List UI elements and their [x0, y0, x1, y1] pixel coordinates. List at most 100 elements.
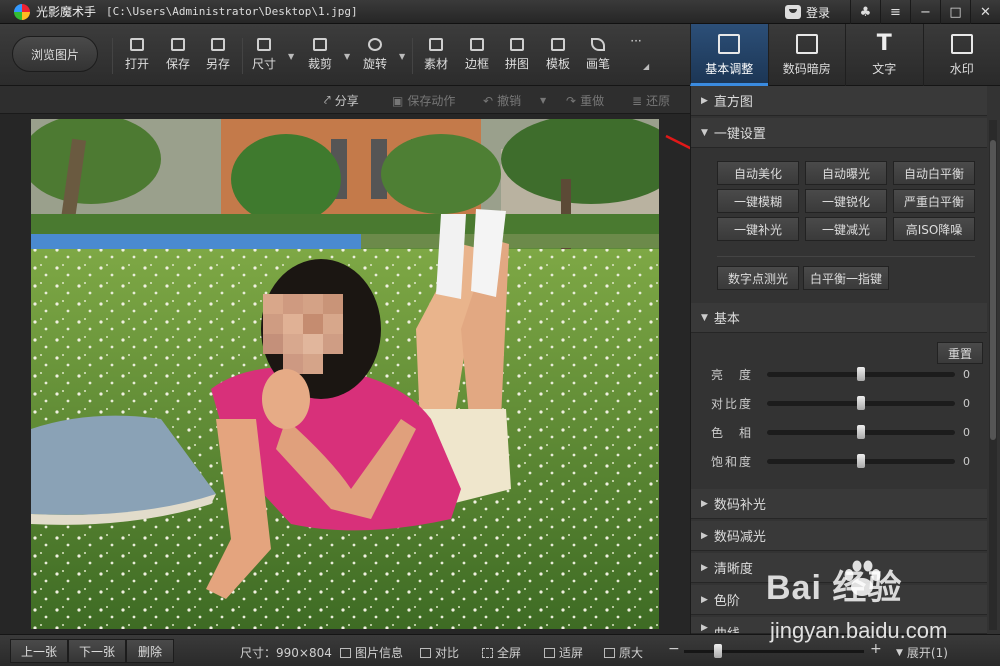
compare-button[interactable]: 对比	[420, 644, 459, 661]
toolbar-divider	[242, 38, 243, 74]
brush-icon	[591, 38, 605, 51]
file-path: [C:\Users\Administrator\Desktop\1.jpg]	[106, 5, 358, 18]
open-icon	[130, 38, 144, 51]
crop-icon	[313, 38, 327, 51]
collage-button[interactable]: 拼图	[499, 38, 535, 72]
restore-button[interactable]: ≣ 还原	[632, 92, 670, 109]
section-digital-fill-light[interactable]: ▶ 数码补光	[691, 489, 987, 519]
crop-dropdown-icon[interactable]: ▼	[344, 52, 352, 61]
baidu-watermark: Bai 经验 jingyan.baidu.com	[766, 560, 994, 650]
undo-button[interactable]: ↶ 撤销	[483, 92, 521, 109]
user-icon	[784, 5, 801, 19]
adjust-panel: ▶ 直方图 ▼ 一键设置 自动美化 自动曝光 自动白平衡 一键模糊 一键锐化 严重白…	[690, 86, 1000, 634]
prev-image-button[interactable]: 上一张	[10, 639, 68, 663]
one-click-sharpen-button[interactable]: 一键锐化	[805, 189, 887, 213]
image-canvas[interactable]	[0, 114, 690, 634]
more-icon: ···	[630, 34, 642, 48]
next-image-button[interactable]: 下一张	[68, 639, 126, 663]
section-digital-reduce-light[interactable]: ▶ 数码减光	[691, 521, 987, 551]
minimize-icon[interactable]: −	[910, 0, 940, 24]
expand-arrow-icon: ▶	[701, 95, 708, 106]
browse-images-button[interactable]: 浏览图片	[12, 36, 98, 72]
tab-text[interactable]: T 文字	[845, 24, 923, 86]
tab-basic-adjust[interactable]: 基本调整	[690, 24, 768, 86]
crop-button[interactable]: 裁剪	[302, 38, 338, 72]
zoom-slider-thumb[interactable]	[714, 644, 722, 658]
delete-button[interactable]: 删除	[126, 639, 174, 663]
save-button[interactable]: 保存	[160, 38, 196, 72]
skin-icon[interactable]: ♣	[850, 0, 880, 24]
one-click-reduce-light-button[interactable]: 一键减光	[805, 217, 887, 241]
original-size-icon	[604, 647, 615, 658]
scrollbar-thumb[interactable]	[990, 140, 996, 440]
brush-button[interactable]: 画笔	[580, 38, 616, 72]
auto-exposure-button[interactable]: 自动曝光	[805, 161, 887, 185]
auto-beautify-button[interactable]: 自动美化	[717, 161, 799, 185]
zoom-slider[interactable]	[684, 650, 864, 653]
photo-scene	[31, 119, 659, 629]
frame-icon	[470, 38, 484, 51]
tab-digital-darkroom[interactable]: 数码暗房	[767, 24, 846, 86]
resize-button[interactable]: 尺寸	[246, 38, 282, 72]
expand-arrow-icon: ▶	[701, 530, 708, 541]
section-basic[interactable]: ▼ 基本	[691, 303, 987, 333]
slider-thumb[interactable]	[857, 424, 865, 439]
undo-icon: ↶	[483, 93, 494, 108]
fit-screen-icon	[544, 647, 555, 658]
strong-white-balance-button[interactable]: 严重白平衡	[893, 189, 975, 213]
undo-dropdown-icon[interactable]: ▼	[540, 96, 546, 105]
maximize-icon[interactable]: □	[940, 0, 970, 24]
rotate-button[interactable]: 旋转	[357, 38, 393, 72]
app-name: 光影魔术手	[36, 5, 97, 19]
one-click-blur-button[interactable]: 一键模糊	[717, 189, 799, 213]
save-action-icon: ▣	[392, 93, 404, 108]
hue-slider[interactable]	[767, 424, 955, 439]
section-histogram[interactable]: ▶ 直方图	[691, 86, 987, 116]
panel-scrollbar[interactable]	[989, 120, 997, 630]
tab-watermark[interactable]: 水印	[922, 24, 1000, 86]
fit-screen-button[interactable]: 适屏	[544, 644, 583, 661]
zoom-out-icon[interactable]: −	[668, 641, 680, 657]
material-button[interactable]: 素材	[418, 38, 454, 72]
section-one-click[interactable]: ▼ 一键设置	[691, 118, 987, 148]
share-button[interactable]: ⤤ 分享	[324, 92, 359, 109]
menu-icon[interactable]: ≡	[880, 0, 910, 24]
title-bar: 光影魔术手 [C:\Users\Administrator\Desktop\1.…	[0, 0, 1000, 24]
more-expand-icon[interactable]: ◢	[643, 62, 651, 71]
save-as-button[interactable]: 另存	[200, 38, 236, 72]
expand-arrow-icon: ▶	[701, 623, 708, 633]
reset-button[interactable]: 重置	[937, 342, 983, 364]
frame-button[interactable]: 边框	[459, 38, 495, 72]
one-click-fill-light-button[interactable]: 一键补光	[717, 217, 799, 241]
main-toolbar: 浏览图片 打开 保存 另存 尺寸 ▼ 裁剪 ▼ 旋转 ▼ 素材 边框 拼图 模板…	[0, 24, 690, 86]
spot-metering-button[interactable]: 数字点测光	[717, 266, 799, 290]
share-icon: ⤤	[324, 93, 331, 107]
contrast-slider[interactable]	[767, 395, 955, 410]
save-as-icon	[211, 38, 225, 51]
material-icon	[429, 38, 443, 51]
white-balance-picker-button[interactable]: 白平衡一指键	[803, 266, 889, 290]
resize-dropdown-icon[interactable]: ▼	[288, 52, 296, 61]
more-button[interactable]: ···	[618, 34, 654, 48]
brightness-slider[interactable]	[767, 366, 955, 381]
toolbar-divider	[412, 38, 413, 74]
save-icon	[171, 38, 185, 51]
image-info-button[interactable]: 图片信息	[340, 644, 403, 661]
login-link[interactable]: 登录	[806, 4, 830, 21]
rotate-dropdown-icon[interactable]: ▼	[399, 52, 407, 61]
high-iso-denoise-button[interactable]: 高ISO降噪	[893, 217, 975, 241]
template-button[interactable]: 模板	[540, 38, 576, 72]
photo[interactable]	[31, 119, 659, 629]
slider-thumb[interactable]	[857, 366, 865, 381]
saturation-slider[interactable]	[767, 453, 955, 468]
slider-thumb[interactable]	[857, 453, 865, 468]
close-icon[interactable]: ✕	[970, 0, 1000, 24]
expand-arrow-icon: ▶	[701, 498, 708, 509]
redo-button[interactable]: ↷ 重做	[566, 92, 604, 109]
open-button[interactable]: 打开	[119, 38, 155, 72]
save-action-button[interactable]: ▣ 保存动作	[392, 92, 455, 109]
slider-thumb[interactable]	[857, 395, 865, 410]
fullscreen-button[interactable]: 全屏	[482, 644, 521, 661]
original-size-button[interactable]: 原大	[604, 644, 643, 661]
auto-white-balance-button[interactable]: 自动白平衡	[893, 161, 975, 185]
